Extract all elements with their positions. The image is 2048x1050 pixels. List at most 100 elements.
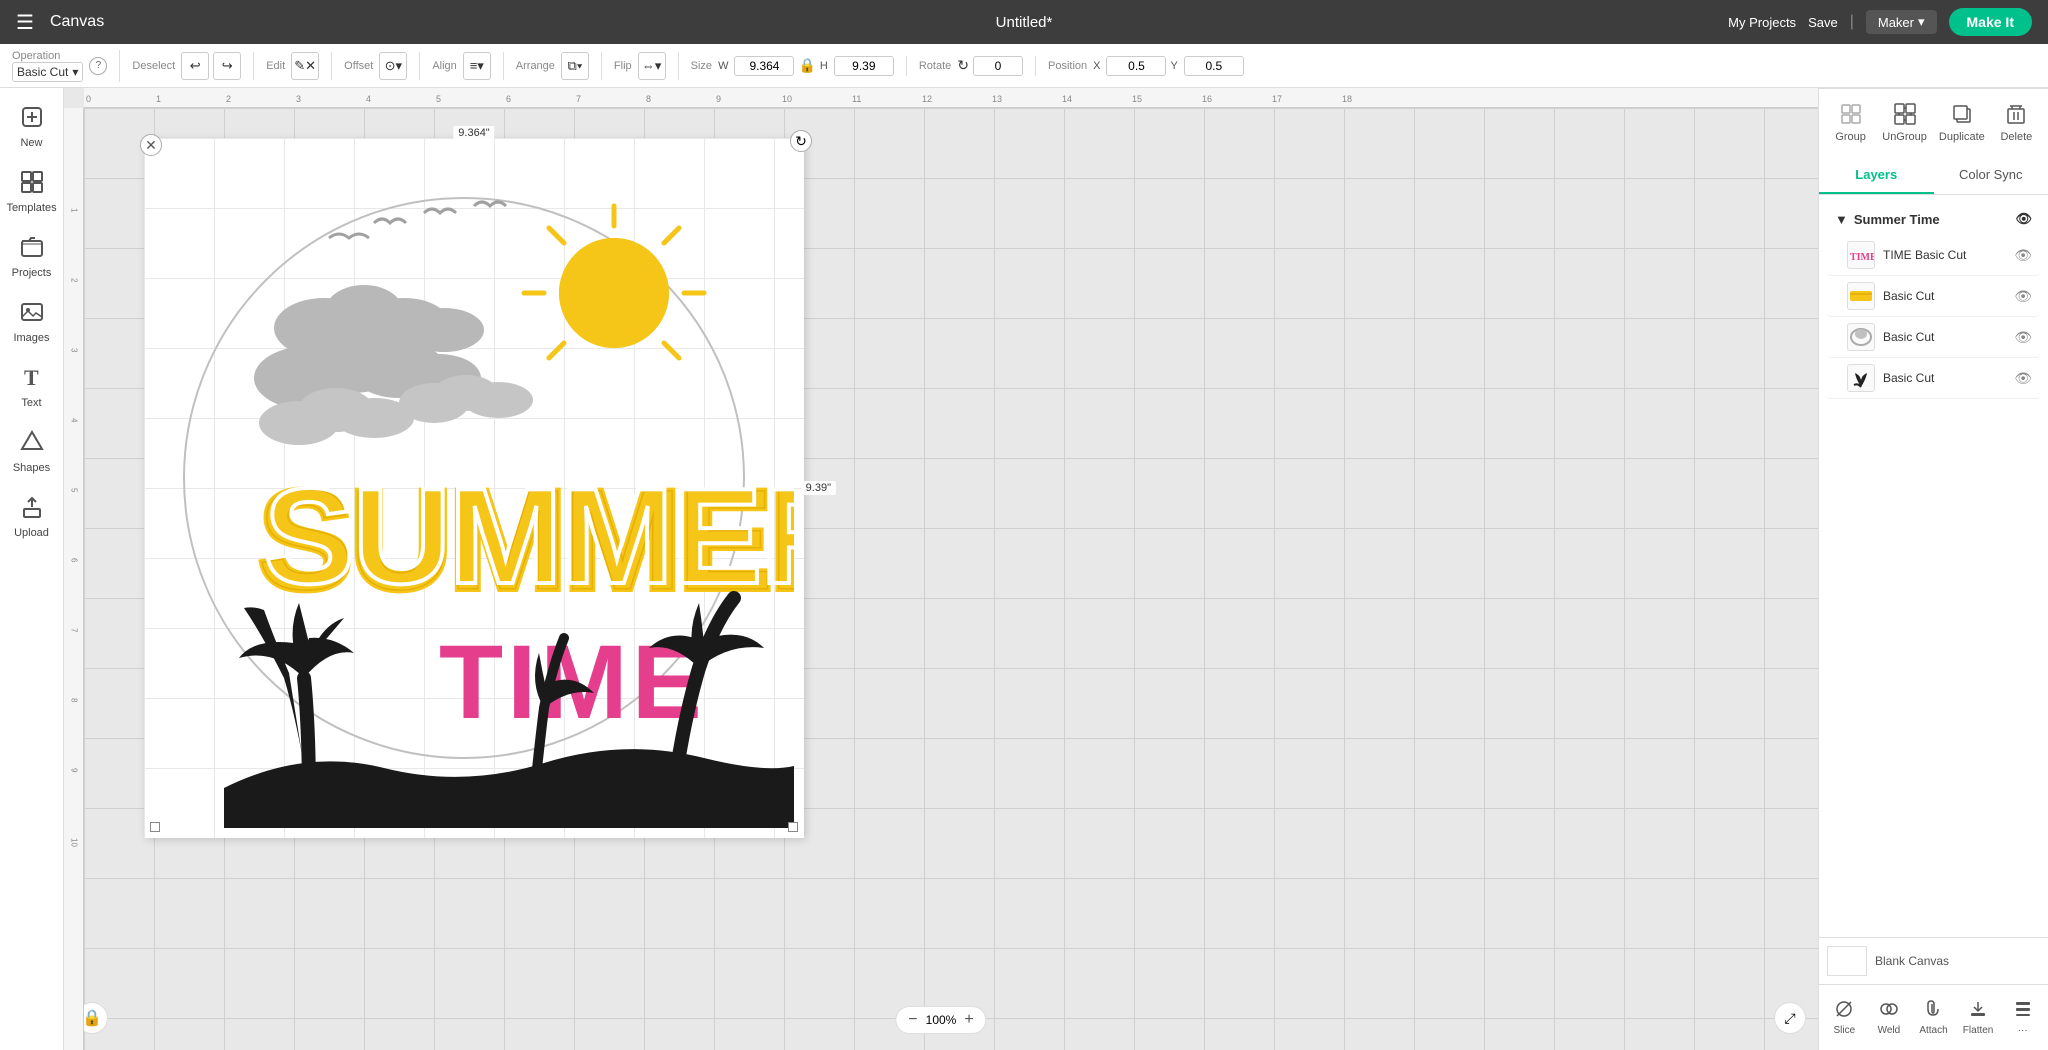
svg-text:4: 4 (70, 418, 79, 423)
size-section: Size W 🔒 H (691, 56, 907, 76)
sidebar-item-new[interactable]: New (4, 96, 60, 157)
group-eye-icon[interactable]: 👁 (2015, 211, 2032, 227)
svg-text:18: 18 (1342, 94, 1352, 104)
sidebar-label-upload: Upload (14, 527, 49, 539)
arrange-button[interactable]: ⧉▾ (561, 52, 589, 80)
close-handle[interactable]: ✕ (140, 134, 162, 156)
svg-text:T: T (24, 365, 39, 390)
projects-icon (19, 234, 45, 264)
layer-thumb-4 (1847, 364, 1875, 392)
group-name: Summer Time (1854, 212, 1940, 227)
offset-button[interactable]: ⊙▾ (379, 52, 407, 80)
zoom-out-button[interactable]: − (908, 1011, 917, 1029)
sidebar-item-projects[interactable]: Projects (4, 226, 60, 287)
zoom-in-button[interactable]: + (964, 1011, 973, 1029)
fullscreen-button[interactable]: ⤢ (1774, 1002, 1806, 1034)
layer-item-3[interactable]: Basic Cut 👁 (1827, 317, 2040, 358)
panel-tabs: Layers Color Sync (1819, 157, 2048, 195)
layer-eye-2[interactable]: 👁 (2014, 288, 2032, 305)
group-button[interactable]: Group (1827, 97, 1874, 149)
svg-text:8: 8 (646, 94, 651, 104)
ungroup-button[interactable]: UnGroup (1878, 97, 1931, 149)
upload-icon (19, 494, 45, 524)
design-container[interactable]: 9.364" 9.39" ↻ ✕ (154, 148, 794, 828)
operation-select[interactable]: Basic Cut ▾ (12, 62, 83, 82)
save-button[interactable]: Save (1808, 15, 1838, 30)
arrange-section: Arrange ⧉▾ (516, 52, 602, 80)
app-title: Canvas (50, 13, 104, 31)
svg-text:13: 13 (992, 94, 1002, 104)
sidebar-item-text[interactable]: T Text (4, 356, 60, 417)
height-input[interactable] (834, 56, 894, 76)
layer-item-1[interactable]: TIME TIME Basic Cut 👁 (1827, 235, 2040, 276)
layer-eye-4[interactable]: 👁 (2014, 370, 2032, 387)
sidebar-item-upload[interactable]: Upload (4, 486, 60, 547)
canvas-content[interactable]: 9.364" 9.39" ↻ ✕ (84, 108, 1818, 1050)
align-button[interactable]: ≡▾ (463, 52, 491, 80)
edit-button[interactable]: ✎✕ (291, 52, 319, 80)
svg-text:2: 2 (226, 94, 231, 104)
duplicate-button[interactable]: Duplicate (1935, 97, 1989, 149)
images-icon (19, 299, 45, 329)
flip-section: Flip ⇔▾ (614, 52, 679, 80)
more-button[interactable]: ··· (2001, 993, 2044, 1042)
x-input[interactable] (1106, 56, 1166, 76)
deselect-section: Deselect ↩ ↪ (132, 52, 254, 80)
make-it-button[interactable]: Make It (1949, 8, 2032, 36)
rotate-handle[interactable]: ↻ (790, 130, 812, 152)
rotate-input[interactable] (973, 56, 1023, 76)
layer-eye-1[interactable]: 👁 (2014, 247, 2032, 264)
tab-layers[interactable]: Layers (1819, 157, 1934, 194)
width-input[interactable] (734, 56, 794, 76)
layer-group-header[interactable]: ▼ Summer Time 👁 (1827, 203, 2040, 235)
layer-name-1: TIME Basic Cut (1883, 248, 2006, 262)
undo-button[interactable]: ↩ (181, 52, 209, 80)
sidebar-label-text: Text (21, 397, 41, 409)
flatten-icon (1968, 999, 1988, 1022)
svg-text:9: 9 (716, 94, 721, 104)
svg-text:3: 3 (296, 94, 301, 104)
rotate-section: Rotate ↻ (919, 56, 1036, 76)
canvas-grid: 9.364" 9.39" ↻ ✕ (84, 108, 1818, 1050)
position-section: Position X Y (1048, 56, 1256, 76)
slice-icon (1834, 999, 1854, 1022)
redo-button[interactable]: ↪ (213, 52, 241, 80)
svg-text:8: 8 (70, 698, 79, 703)
operation-info-btn[interactable]: ? (89, 57, 107, 75)
shapes-icon (19, 429, 45, 459)
layer-eye-3[interactable]: 👁 (2014, 329, 2032, 346)
y-input[interactable] (1184, 56, 1244, 76)
size-lock-icon[interactable]: 🔒 (798, 57, 815, 74)
operation-label: Operation Basic Cut ▾ (12, 50, 83, 82)
size-label-width: 9.364" (453, 126, 494, 140)
offset-section: Offset ⊙▾ (344, 52, 420, 80)
tab-color-sync[interactable]: Color Sync (1934, 157, 2048, 194)
sidebar-label-new: New (20, 137, 42, 149)
left-sidebar: New Templates Projects (0, 88, 64, 1050)
sidebar-item-templates[interactable]: Templates (4, 161, 60, 222)
document-title[interactable]: Untitled* (996, 14, 1053, 31)
svg-text:16: 16 (1202, 94, 1212, 104)
resize-handle-bl[interactable] (150, 822, 160, 832)
sidebar-item-images[interactable]: Images (4, 291, 60, 352)
resize-handle-br[interactable] (788, 822, 798, 832)
my-projects-button[interactable]: My Projects (1728, 15, 1796, 30)
slice-button[interactable]: Slice (1823, 993, 1866, 1042)
weld-button[interactable]: Weld (1868, 993, 1911, 1042)
layer-item-2[interactable]: Basic Cut 👁 (1827, 276, 2040, 317)
ruler-vertical: 1 2 3 4 5 6 7 8 9 10 (64, 108, 84, 1050)
zoom-bar: − 100% + (895, 1006, 986, 1034)
layer-item-4[interactable]: Basic Cut 👁 (1827, 358, 2040, 399)
attach-button[interactable]: Attach (1912, 993, 1955, 1042)
sidebar-item-shapes[interactable]: Shapes (4, 421, 60, 482)
layers-panel: ▼ Summer Time 👁 TIME TIME Basic Cut 👁 (1819, 195, 2048, 937)
sidebar-label-projects: Projects (12, 267, 52, 279)
flip-button[interactable]: ⇔▾ (638, 52, 666, 80)
maker-selector[interactable]: Maker ▾ (1866, 10, 1937, 34)
edit-section: Edit ✎✕ (266, 52, 332, 80)
layer-name-3: Basic Cut (1883, 330, 2006, 344)
hamburger-menu[interactable]: ☰ (16, 10, 34, 35)
svg-text:SUMMER: SUMMER (264, 460, 794, 612)
delete-button[interactable]: Delete (1993, 97, 2040, 149)
flatten-button[interactable]: Flatten (1957, 993, 2000, 1042)
